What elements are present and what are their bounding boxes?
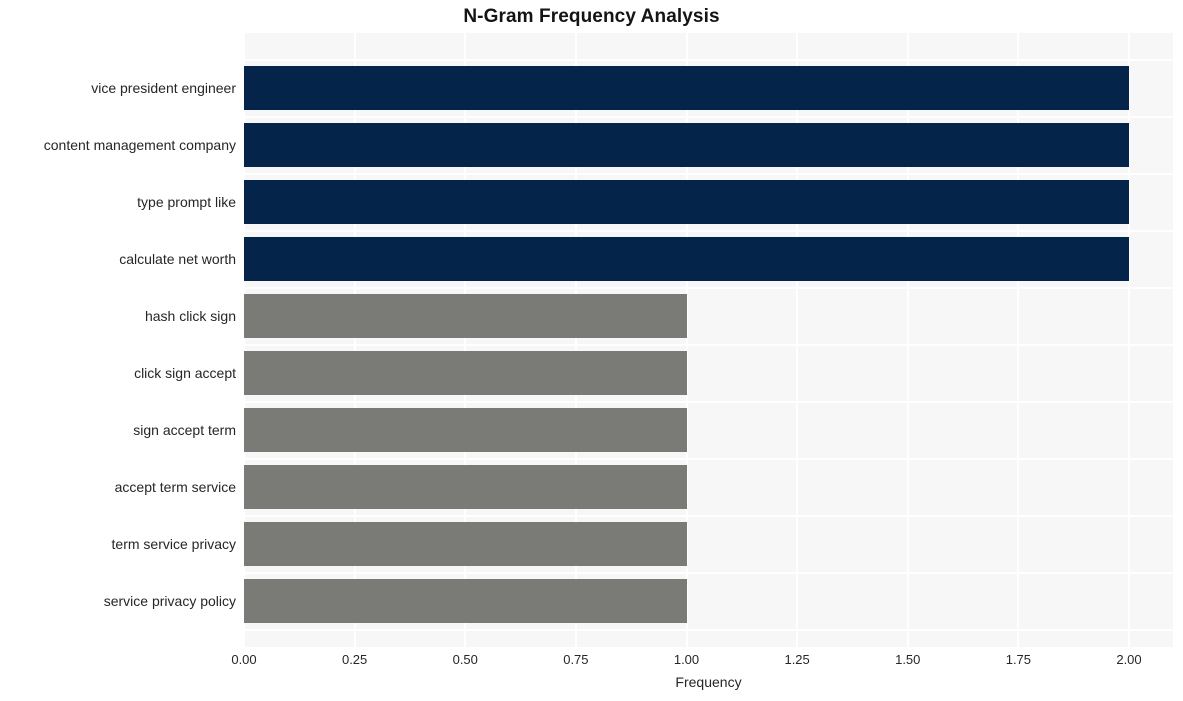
x-axis-tick-label: 0.75 (563, 652, 589, 667)
y-axis-tick-label: sign accept term (133, 422, 236, 438)
gridline-horizontal (244, 344, 1173, 346)
bar (244, 180, 1129, 224)
x-axis-tick-label: 1.25 (784, 652, 810, 667)
y-axis-tick-label: click sign accept (134, 365, 236, 381)
gridline-horizontal (244, 515, 1173, 517)
gridline-horizontal (244, 230, 1173, 232)
gridline-horizontal (244, 116, 1173, 118)
y-axis-tick-label: hash click sign (144, 308, 236, 324)
y-axis-tick-label: accept term service (114, 479, 236, 495)
bar (244, 351, 687, 395)
bar (244, 294, 687, 338)
x-axis-tick-label: 2.00 (1116, 652, 1142, 667)
y-axis-tick-label: type prompt like (137, 194, 236, 210)
x-axis-title: Frequency (675, 674, 742, 690)
bar (244, 237, 1129, 281)
x-axis-tick-label: 0.25 (341, 652, 368, 667)
x-axis-tick-label: 0.50 (452, 652, 478, 667)
gridline-horizontal (244, 572, 1173, 574)
gridline-horizontal (244, 458, 1173, 460)
y-axis-tick-label: term service privacy (111, 536, 236, 552)
bar (244, 522, 687, 566)
x-axis-tick-label: 1.00 (673, 652, 700, 667)
y-axis-tick-labels: vice president engineer content managemen… (0, 0, 244, 701)
y-axis-tick-label: service privacy policy (103, 593, 236, 609)
bar (244, 465, 687, 509)
gridline-horizontal (244, 401, 1173, 403)
x-axis-tick-label: 1.50 (895, 652, 921, 667)
bar (244, 408, 687, 452)
bar (244, 123, 1129, 167)
gridline-horizontal (244, 287, 1173, 289)
gridline-horizontal (244, 59, 1173, 61)
bar (244, 579, 687, 623)
y-axis-tick-label: calculate net worth (119, 251, 236, 267)
plot-area (244, 33, 1173, 647)
bar (244, 66, 1129, 110)
ngram-frequency-chart: N-Gram Frequency Analysis vice president… (0, 0, 1183, 701)
x-axis-tick-label: 1.75 (1005, 652, 1032, 667)
y-axis-tick-label: content management company (43, 137, 236, 153)
x-axis-tick-label: 0.00 (231, 652, 257, 667)
y-axis-tick-label: vice president engineer (91, 80, 236, 96)
gridline-horizontal (244, 173, 1173, 175)
gridline-horizontal (244, 629, 1173, 631)
